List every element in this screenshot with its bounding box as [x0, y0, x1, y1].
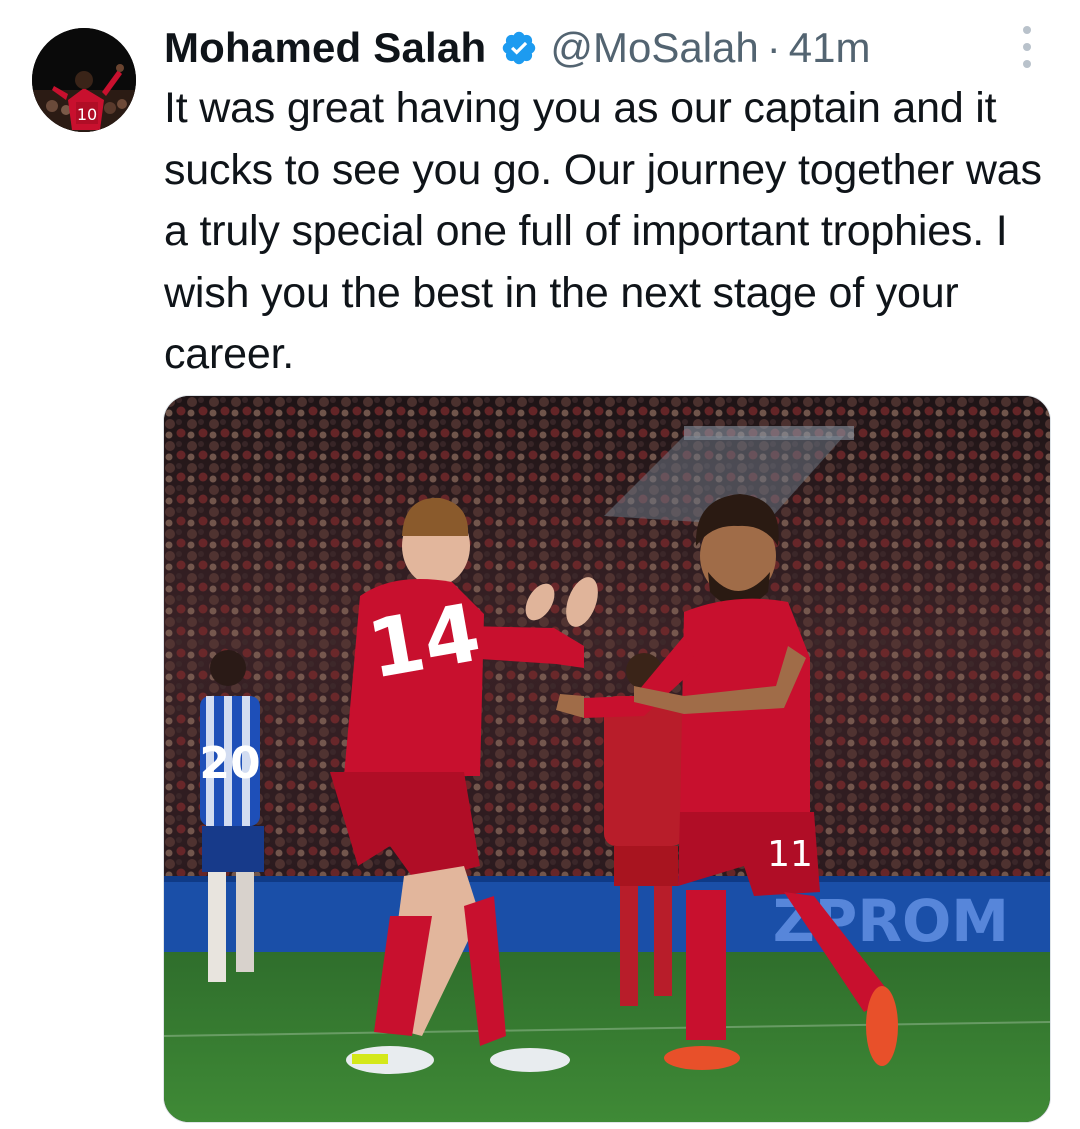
avatar-number: 10 [77, 105, 97, 124]
eleven-number: 11 [767, 834, 813, 875]
opponent-number: 20 [199, 738, 260, 789]
author-name[interactable]: Mohamed Salah [164, 20, 486, 76]
author-handle[interactable]: @MoSalah [550, 20, 758, 76]
tweet-timestamp[interactable]: 41m [789, 20, 871, 76]
avatar[interactable]: 10 [32, 28, 136, 132]
tweet-photo[interactable]: ZPROM 20 14 11 [163, 395, 1051, 1123]
tweet: 10 Mohamed Salah @MoSalah · 41m It was g… [0, 0, 1080, 1129]
captain-number: 14 [361, 586, 487, 697]
more-options-icon[interactable] [1010, 26, 1044, 68]
tweet-text: It was great having you as our captain a… [164, 84, 1042, 378]
tweet-header: Mohamed Salah @MoSalah · 41m [164, 20, 870, 76]
verified-badge-icon [503, 31, 536, 65]
separator-dot: · [766, 24, 781, 71]
